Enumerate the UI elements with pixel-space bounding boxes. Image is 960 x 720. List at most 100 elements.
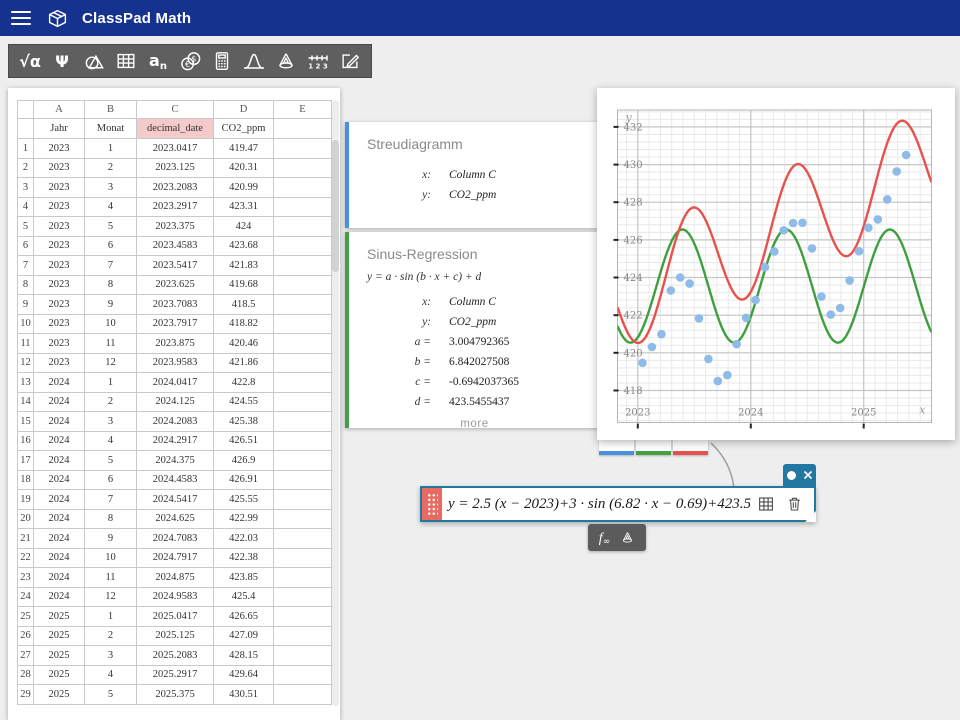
corner-cell[interactable] [18, 101, 34, 119]
cell[interactable]: 11 [85, 334, 137, 354]
cell[interactable]: 2023.375 [137, 217, 214, 237]
cell[interactable]: 2025.2083 [137, 646, 214, 666]
row-number[interactable]: 5 [18, 217, 34, 237]
sheet-scrollbar[interactable] [332, 100, 339, 706]
geometry-icon[interactable] [78, 46, 110, 76]
cell[interactable]: 2025 [34, 626, 85, 646]
series-tab-scatter[interactable] [599, 440, 634, 455]
cell[interactable] [274, 626, 332, 646]
cell[interactable]: 2023 [34, 178, 85, 198]
cell[interactable]: 2023.875 [137, 334, 214, 354]
cell[interactable]: 420.46 [214, 334, 274, 354]
cell[interactable]: 4 [85, 665, 137, 685]
cell[interactable]: 2023 [34, 158, 85, 178]
cell[interactable]: 2024.625 [137, 509, 214, 529]
cell[interactable]: 2024 [34, 548, 85, 568]
cell[interactable]: 2023.2917 [137, 197, 214, 217]
cell[interactable]: 418.82 [214, 314, 274, 334]
scatter-plot-canvas[interactable]: 418420422424426428430432202320242025yx [597, 88, 955, 440]
cell[interactable] [274, 139, 332, 159]
cell[interactable] [274, 236, 332, 256]
row-number[interactable]: 3 [18, 178, 34, 198]
cell[interactable]: 2024.375 [137, 451, 214, 471]
number-line-icon[interactable]: 1 2 3 [302, 46, 334, 76]
cell[interactable] [274, 217, 332, 237]
cell[interactable]: 2024 [34, 470, 85, 490]
cell[interactable]: 2024 [34, 451, 85, 471]
cell[interactable]: 426.9 [214, 451, 274, 471]
cell[interactable]: 2024 [34, 587, 85, 607]
cell[interactable]: 423.31 [214, 197, 274, 217]
column-letter[interactable]: A [34, 101, 85, 119]
cell[interactable]: 2023 [34, 295, 85, 315]
cell[interactable]: 422.38 [214, 548, 274, 568]
cell[interactable]: 2025 [34, 646, 85, 666]
cell[interactable] [274, 685, 332, 705]
spreadsheet-icon[interactable] [110, 46, 142, 76]
cell[interactable]: 2024 [34, 568, 85, 588]
cell[interactable]: 2024.4583 [137, 470, 214, 490]
cell[interactable]: 2023 [34, 139, 85, 159]
cell[interactable]: 421.83 [214, 256, 274, 276]
cell[interactable]: 423.85 [214, 568, 274, 588]
cell[interactable] [274, 353, 332, 373]
cell[interactable]: 425.38 [214, 412, 274, 432]
cell[interactable]: 2024 [34, 412, 85, 432]
column-letter[interactable]: B [85, 101, 137, 119]
row-number[interactable]: 19 [18, 490, 34, 510]
row-number[interactable]: 16 [18, 431, 34, 451]
visibility-dot-icon[interactable] [787, 471, 796, 480]
cell[interactable]: 12 [85, 353, 137, 373]
series-tab-function[interactable] [673, 440, 708, 455]
cell[interactable]: 7 [85, 490, 137, 510]
cell[interactable]: 2023 [34, 197, 85, 217]
row-number[interactable]: 24 [18, 587, 34, 607]
cell[interactable]: 1 [85, 607, 137, 627]
row-number[interactable]: 13 [18, 373, 34, 393]
cell[interactable] [274, 451, 332, 471]
cell[interactable] [274, 431, 332, 451]
cell[interactable]: 425.4 [214, 587, 274, 607]
cell[interactable]: 2023.125 [137, 158, 214, 178]
cell[interactable]: 419.68 [214, 275, 274, 295]
cell[interactable]: 2025 [34, 685, 85, 705]
calculator-icon[interactable] [206, 46, 238, 76]
cell[interactable]: 6 [85, 236, 137, 256]
cell[interactable]: 427.09 [214, 626, 274, 646]
cell[interactable]: 10 [85, 314, 137, 334]
financial-icon[interactable]: $ € [174, 46, 206, 76]
cell[interactable]: 11 [85, 568, 137, 588]
cell[interactable]: 424.55 [214, 392, 274, 412]
sequence-icon[interactable]: an [142, 46, 174, 76]
cell[interactable]: 1 [85, 373, 137, 393]
close-icon[interactable] [803, 470, 813, 480]
cell[interactable] [274, 548, 332, 568]
cell[interactable] [274, 373, 332, 393]
cell[interactable]: 2023 [34, 256, 85, 276]
row-number[interactable]: 9 [18, 295, 34, 315]
cell[interactable] [274, 646, 332, 666]
row-number[interactable]: 23 [18, 568, 34, 588]
notes-icon[interactable] [334, 46, 366, 76]
cell[interactable]: 418.5 [214, 295, 274, 315]
cell[interactable] [274, 158, 332, 178]
cell[interactable]: 2024 [34, 529, 85, 549]
cell[interactable]: 6 [85, 470, 137, 490]
cell[interactable]: 2023.7917 [137, 314, 214, 334]
cell[interactable]: 10 [85, 548, 137, 568]
row-number[interactable]: 27 [18, 646, 34, 666]
cell[interactable]: 421.86 [214, 353, 274, 373]
cell[interactable]: 425.55 [214, 490, 274, 510]
cell[interactable]: 2023 [34, 334, 85, 354]
cell[interactable]: 2023 [34, 236, 85, 256]
cell[interactable]: 2025.0417 [137, 607, 214, 627]
row-number[interactable]: 28 [18, 665, 34, 685]
cell[interactable]: 419.47 [214, 139, 274, 159]
cell[interactable] [274, 334, 332, 354]
cell[interactable]: 2024 [34, 373, 85, 393]
function-tool-icon[interactable]: f∞ [599, 529, 610, 547]
cell[interactable]: 2023 [34, 275, 85, 295]
row-number[interactable]: 17 [18, 451, 34, 471]
cell[interactable]: 420.99 [214, 178, 274, 198]
cell[interactable]: 429.64 [214, 665, 274, 685]
